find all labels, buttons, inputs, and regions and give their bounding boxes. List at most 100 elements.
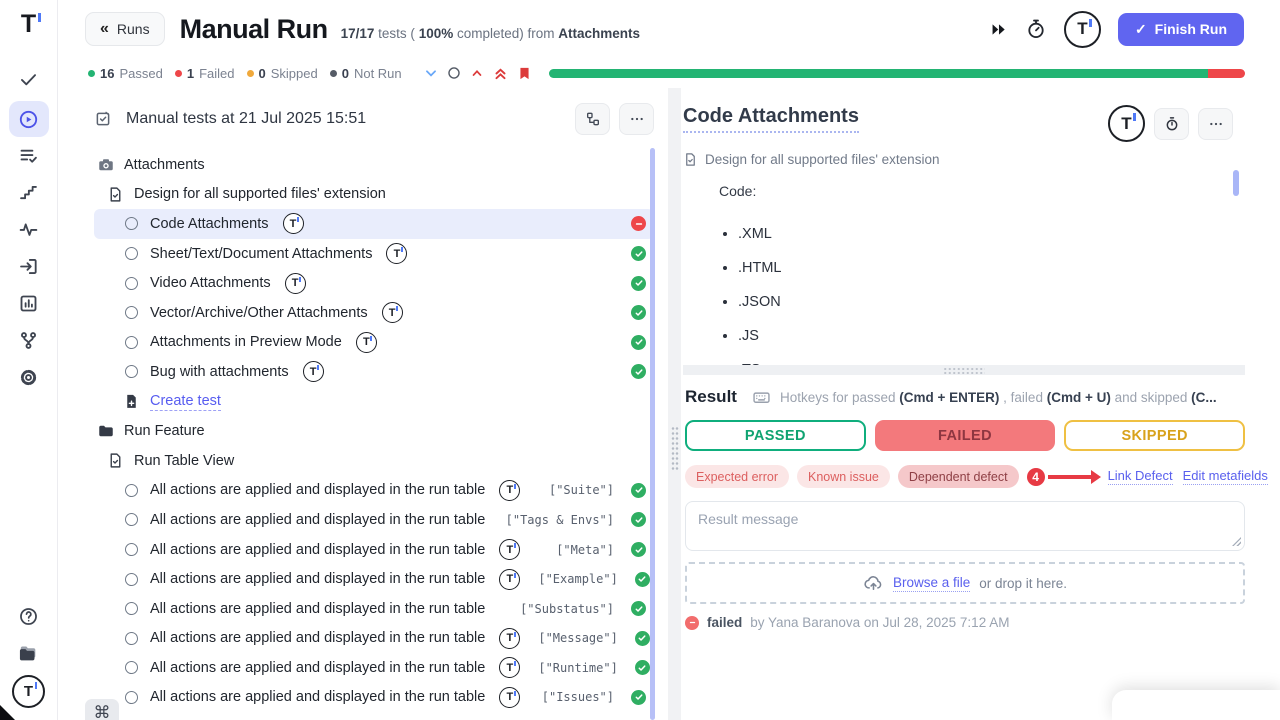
passed-status-icon	[631, 512, 646, 527]
code-label: Code:	[719, 183, 1280, 199]
test-tag: ["Substatus"]	[520, 602, 614, 616]
failed-button[interactable]: FAILED	[875, 420, 1056, 451]
list-check-icon[interactable]	[9, 140, 49, 171]
status-filter-icons	[424, 66, 532, 81]
play-circle-icon[interactable]	[9, 101, 49, 137]
check-icon[interactable]	[9, 64, 49, 95]
tree-item-test[interactable]: All actions are applied and displayed in…	[94, 683, 654, 713]
tree-header: Manual tests at 21 Jul 2025 15:51	[58, 88, 668, 150]
detail-header-buttons: T	[1108, 105, 1233, 142]
tree-item-test[interactable]: Code AttachmentsT	[94, 209, 654, 239]
stopwatch-icon[interactable]	[1154, 108, 1189, 140]
import-icon[interactable]	[9, 251, 49, 282]
gear-icon[interactable]	[9, 362, 49, 393]
tag-known-issue[interactable]: Known issue	[797, 465, 890, 488]
tree-scrollbar[interactable]	[650, 148, 655, 720]
tree-item-test[interactable]: Vector/Archive/Other AttachmentsT	[94, 298, 654, 328]
tree-item-label: Design for all supported files' extensio…	[134, 186, 386, 202]
cloud-upload-icon	[863, 573, 884, 594]
ellipsis-icon[interactable]	[619, 103, 654, 135]
test-file-icon	[683, 152, 698, 167]
test-circle-icon	[122, 602, 141, 615]
tree-item-test[interactable]: Bug with attachmentsT	[94, 357, 654, 387]
tree-item-test[interactable]: All actions are applied and displayed in…	[94, 476, 654, 506]
avatar-logo[interactable]: T	[1064, 11, 1101, 48]
test-tag: ["Example"]	[538, 572, 617, 586]
result-message-input[interactable]	[685, 501, 1245, 551]
tree-list: Attachments Design for all supported file…	[58, 150, 668, 720]
ellipsis-icon[interactable]	[1198, 108, 1233, 140]
tree-item-test[interactable]: All actions are applied and displayed in…	[94, 594, 654, 624]
link-defect-link[interactable]: Link Defect	[1108, 468, 1173, 485]
tree-item-test[interactable]: All actions are applied and displayed in…	[94, 505, 654, 535]
annotation-badge: 4	[1027, 468, 1045, 486]
file-dropzone[interactable]: Browse a file or drop it here.	[685, 562, 1245, 604]
double-chevron-up-icon[interactable]	[493, 66, 508, 81]
logo-circle-icon[interactable]: T	[1108, 105, 1145, 142]
corner-popup	[1112, 690, 1280, 720]
chevron-down-icon[interactable]	[424, 66, 438, 80]
help-icon[interactable]	[9, 601, 49, 632]
edit-metafields-link[interactable]: Edit metafields	[1183, 468, 1268, 485]
verdict-buttons: PASSED FAILED SKIPPED	[685, 420, 1245, 451]
tree-item[interactable]: Attachments	[94, 150, 654, 180]
result-header: Result Hotkeys for passed (Cmd + ENTER) …	[685, 387, 1245, 407]
tag-expected-error[interactable]: Expected error	[685, 465, 789, 488]
projects-folder-icon[interactable]	[9, 638, 49, 669]
test-circle-icon	[122, 365, 141, 378]
test-tag: ["Message"]	[538, 631, 617, 645]
panel-splitter-vertical[interactable]	[668, 88, 681, 720]
tree-item-test[interactable]: All actions are applied and displayed in…	[94, 624, 654, 654]
branch-icon[interactable]	[9, 325, 49, 356]
skipped-button[interactable]: SKIPPED	[1064, 420, 1245, 451]
camera-icon	[96, 156, 115, 174]
back-to-runs-button[interactable]: « Runs	[85, 12, 165, 46]
detail-title[interactable]: Code Attachments	[683, 105, 859, 133]
chevron-up-icon[interactable]	[470, 66, 484, 80]
app-root: T T « Runs Manual Run 17/17 tests (	[0, 0, 1280, 720]
tree-item-test[interactable]: All actions are applied and displayed in…	[94, 653, 654, 683]
tree-item-label: All actions are applied and displayed in…	[150, 542, 485, 558]
detail-subtitle-text: Design for all supported files' extensio…	[705, 152, 939, 167]
tag-dependent-defect[interactable]: Dependent defect	[898, 465, 1019, 488]
tests-count: 17/17	[341, 26, 375, 41]
circle-icon[interactable]	[447, 66, 461, 80]
tree-item[interactable]: Run Table View	[94, 446, 654, 476]
tree-item-label: All actions are applied and displayed in…	[150, 689, 485, 705]
finish-run-button[interactable]: ✓ Finish Run	[1118, 13, 1244, 46]
fast-forward-icon[interactable]	[989, 20, 1008, 39]
result-splitter-horizontal[interactable]	[683, 365, 1245, 375]
tree-item-test[interactable]: Video AttachmentsT	[94, 268, 654, 298]
logo-circle-icon[interactable]: T	[12, 675, 45, 708]
bookmark-icon[interactable]	[517, 66, 532, 81]
pulse-icon[interactable]	[9, 214, 49, 245]
annotation-arrow-icon	[1048, 475, 1092, 479]
tree-item-test[interactable]: All actions are applied and displayed in…	[94, 564, 654, 594]
percent-complete: 100%	[419, 26, 454, 41]
app-logo[interactable]: T	[21, 6, 36, 42]
test-detail-panel: Code Attachments T De	[681, 88, 1280, 720]
passed-button[interactable]: PASSED	[685, 420, 866, 451]
tree-item[interactable]: Create test	[94, 387, 654, 417]
check-icon: ✓	[1135, 21, 1147, 38]
tree-item[interactable]: Run Feature	[94, 416, 654, 446]
folder-icon	[96, 422, 115, 440]
tree-view-icon[interactable]	[575, 103, 610, 135]
detail-scrollbar[interactable]	[1233, 170, 1239, 196]
content-split: Manual tests at 21 Jul 2025 15:51 Attach…	[58, 88, 1280, 720]
tree-item-test[interactable]: All actions are applied and displayed in…	[94, 535, 654, 565]
steps-icon[interactable]	[9, 177, 49, 208]
tree-item-label: All actions are applied and displayed in…	[150, 630, 485, 646]
automated-test-icon: T	[499, 657, 520, 678]
chart-box-icon[interactable]	[9, 288, 49, 319]
test-circle-icon	[122, 306, 141, 319]
hotkeys-hint: Hotkeys for passed (Cmd + ENTER) , faile…	[780, 390, 1217, 405]
tree-item-test[interactable]: Sheet/Text/Document AttachmentsT	[94, 239, 654, 269]
tree-item-test[interactable]: Attachments in Preview ModeT	[94, 328, 654, 358]
browse-file-link[interactable]: Browse a file	[893, 575, 970, 592]
tree-item-label: Video Attachments	[150, 275, 271, 291]
tests-word: tests (	[378, 26, 415, 41]
tree-item[interactable]: Design for all supported files' extensio…	[94, 180, 654, 210]
test-tag: ["Suite"]	[549, 483, 614, 497]
stopwatch-icon[interactable]	[1025, 18, 1047, 40]
